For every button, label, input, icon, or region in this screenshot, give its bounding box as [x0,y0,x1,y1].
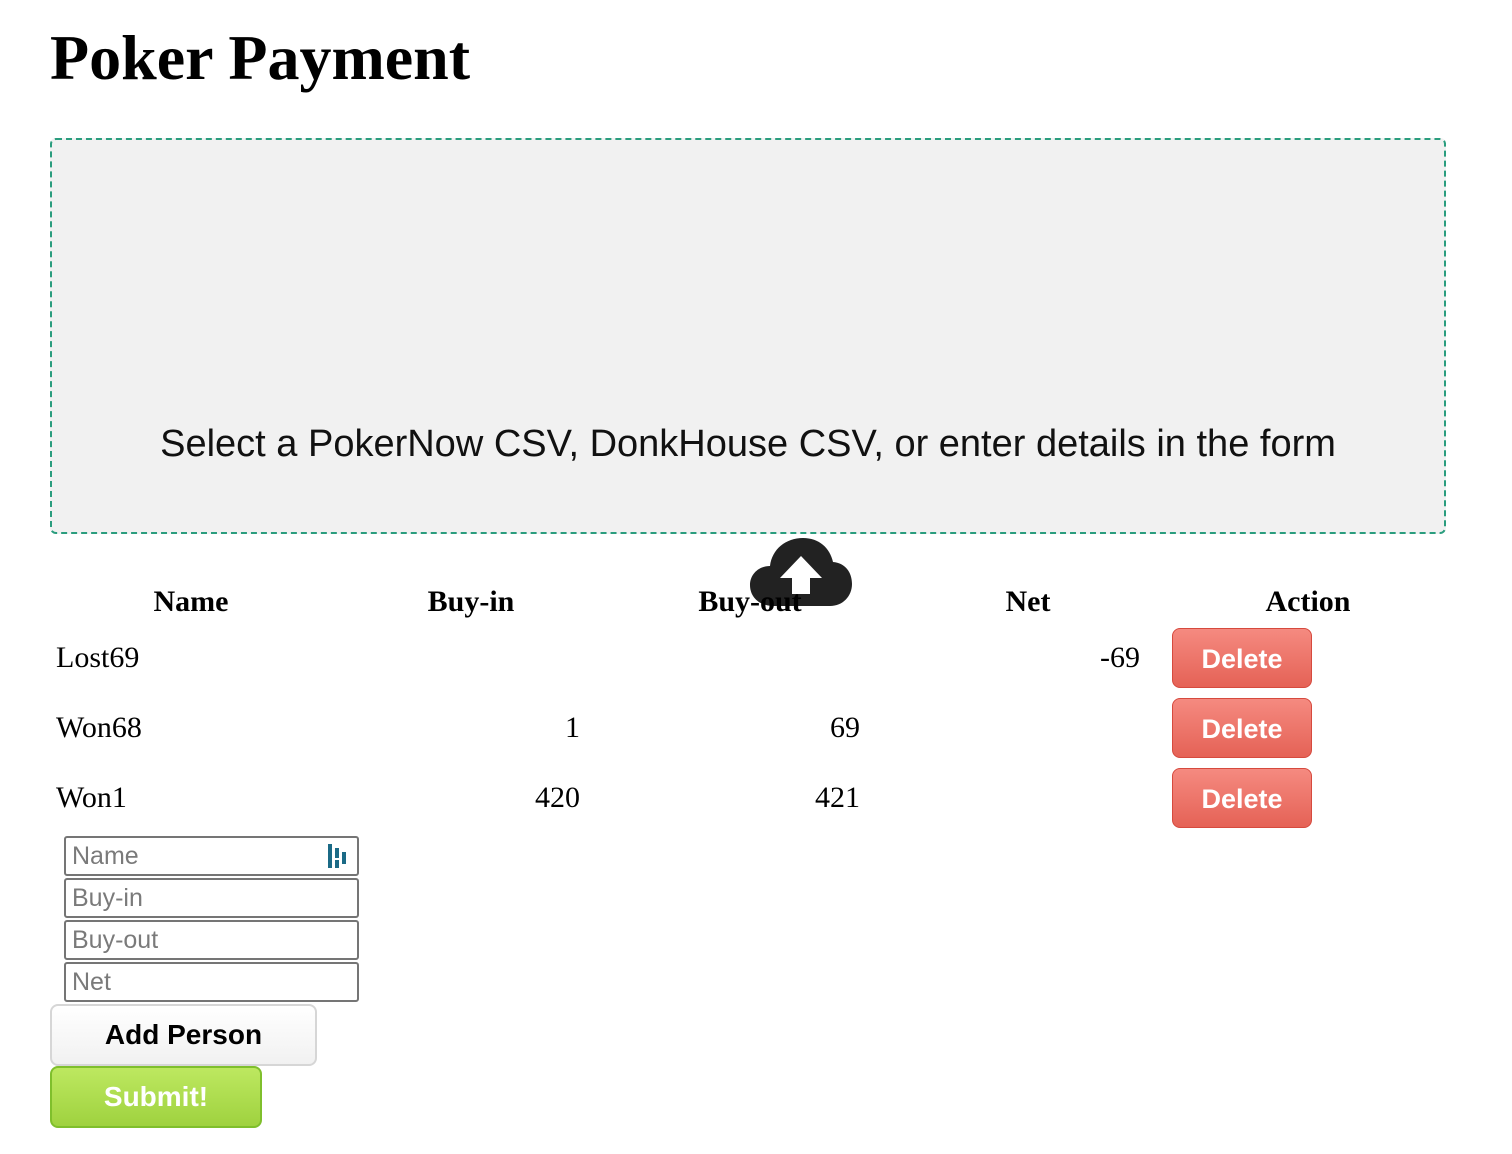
add-person-button[interactable]: Add Person [50,1004,317,1066]
row-name: Won1 [56,781,127,814]
row-name: Won68 [56,711,142,744]
row-buy-in: 420 [535,781,580,814]
dropzone-instructions: Select a PokerNow CSV, DonkHouse CSV, or… [160,423,1336,465]
net-input[interactable] [64,962,359,1002]
buy-in-input[interactable] [64,878,359,918]
row-buy-in: 1 [565,711,580,744]
page-title: Poker Payment [50,22,471,93]
row-net: -69 [1100,641,1140,674]
column-header-buy-out: Buy-out [698,585,802,618]
column-header-action: Action [1265,585,1351,618]
page: Poker Payment Select a PokerNow CSV, Don… [0,0,1512,1154]
delete-button[interactable]: Delete [1172,628,1312,688]
delete-button[interactable]: Delete [1172,768,1312,828]
submit-button[interactable]: Submit! [50,1066,262,1128]
row-buy-out: 421 [815,781,860,814]
buy-out-input[interactable] [64,920,359,960]
delete-button[interactable]: Delete [1172,698,1312,758]
row-name: Lost69 [56,641,140,674]
column-header-buy-in: Buy-in [427,585,515,618]
column-header-name: Name [153,585,229,618]
row-buy-out: 69 [830,711,860,744]
csv-dropzone[interactable]: Select a PokerNow CSV, DonkHouse CSV, or… [50,138,1446,606]
password-manager-icon[interactable] [327,842,349,870]
column-header-net: Net [1005,585,1051,618]
name-input[interactable] [64,836,359,876]
